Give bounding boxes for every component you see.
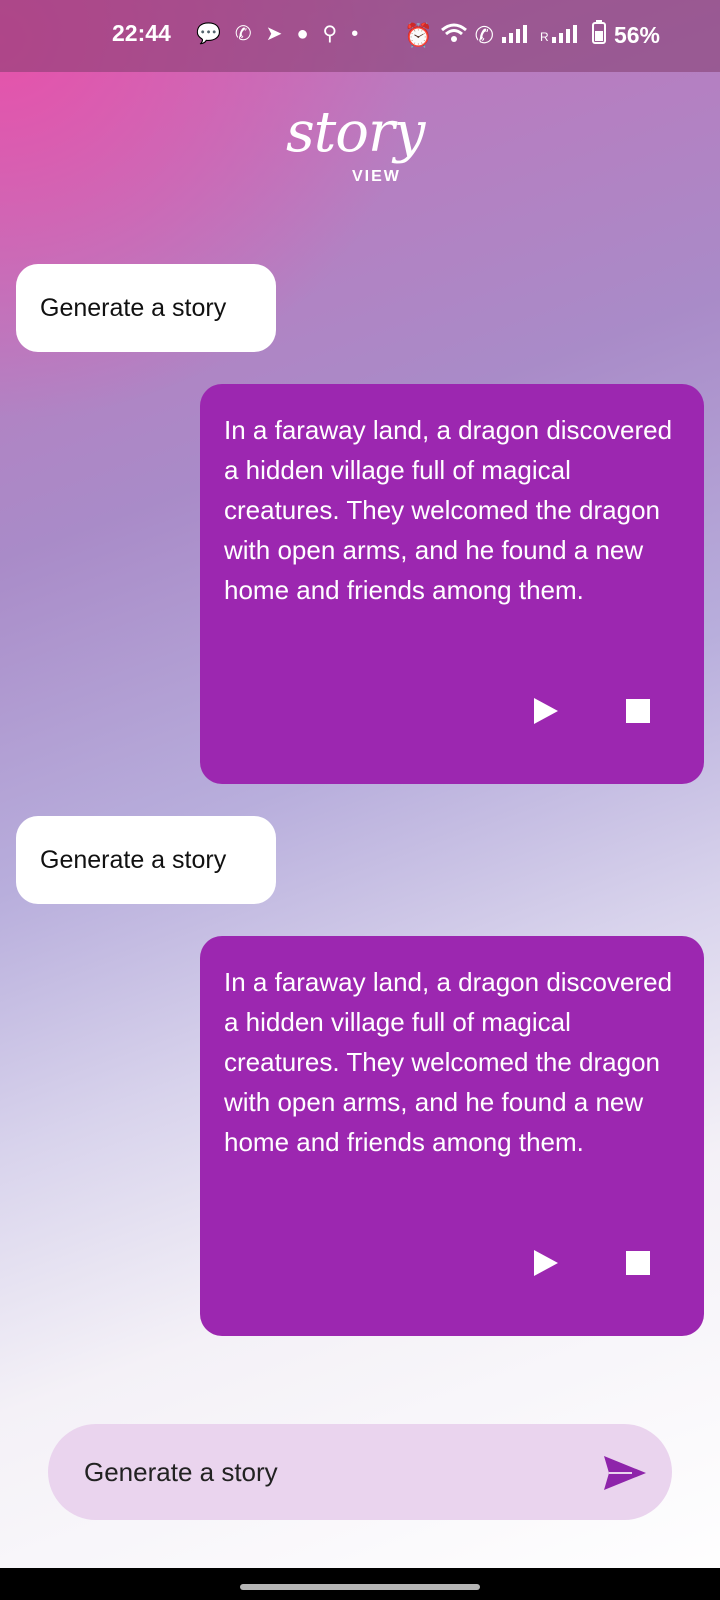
svg-text:R: R: [540, 30, 549, 43]
story-message: In a faraway land, a dragon discovered a…: [200, 936, 704, 1336]
play-icon[interactable]: [532, 1248, 560, 1278]
user-message-text: Generate a story: [40, 845, 227, 874]
story-controls: [532, 1248, 650, 1278]
volte-icon: ✆: [474, 21, 494, 48]
stop-icon[interactable]: [626, 699, 650, 723]
message-input[interactable]: [82, 1455, 546, 1489]
messages-icon: ●: [296, 23, 309, 45]
system-icons: ⏰ ✆ R 56%: [404, 20, 660, 50]
app-logo: story VIEW: [280, 100, 450, 196]
location-icon: ⚲: [322, 23, 338, 45]
dot-icon: •: [351, 23, 359, 45]
alarm-icon: ⏰: [404, 21, 433, 48]
story-controls: [532, 696, 650, 726]
story-message: In a faraway land, a dragon discovered a…: [200, 384, 704, 784]
battery-icon: [591, 20, 606, 50]
missed-call-icon: ✆: [234, 23, 252, 45]
wifi-icon: [440, 22, 467, 49]
chat-icon: 💬: [196, 23, 221, 45]
user-message: Generate a story: [16, 264, 276, 352]
stop-icon[interactable]: [626, 1251, 650, 1275]
play-icon[interactable]: [532, 696, 560, 726]
logo-subtitle: VIEW: [352, 168, 401, 185]
signal-icon: [501, 22, 532, 49]
story-text: In a faraway land, a dragon discovered a…: [224, 967, 673, 1157]
logo-word: story: [286, 100, 425, 165]
user-message: Generate a story: [16, 816, 276, 904]
message-composer: [48, 1424, 672, 1520]
battery-percent: 56%: [613, 21, 660, 48]
send-icon[interactable]: [602, 1454, 648, 1492]
story-text: In a faraway land, a dragon discovered a…: [224, 415, 673, 605]
home-gesture-handle[interactable]: [240, 1584, 480, 1590]
notification-icons: 💬 ✆ ➤ ● ⚲ •: [196, 22, 358, 46]
telegram-icon: ➤: [265, 23, 283, 45]
status-time: 22:44: [112, 20, 171, 46]
status-bar: 22:44 💬 ✆ ➤ ● ⚲ • ⏰ ✆ R 56%: [0, 0, 720, 72]
user-message-text: Generate a story: [40, 293, 227, 322]
signal-roaming-icon: R: [540, 22, 584, 49]
